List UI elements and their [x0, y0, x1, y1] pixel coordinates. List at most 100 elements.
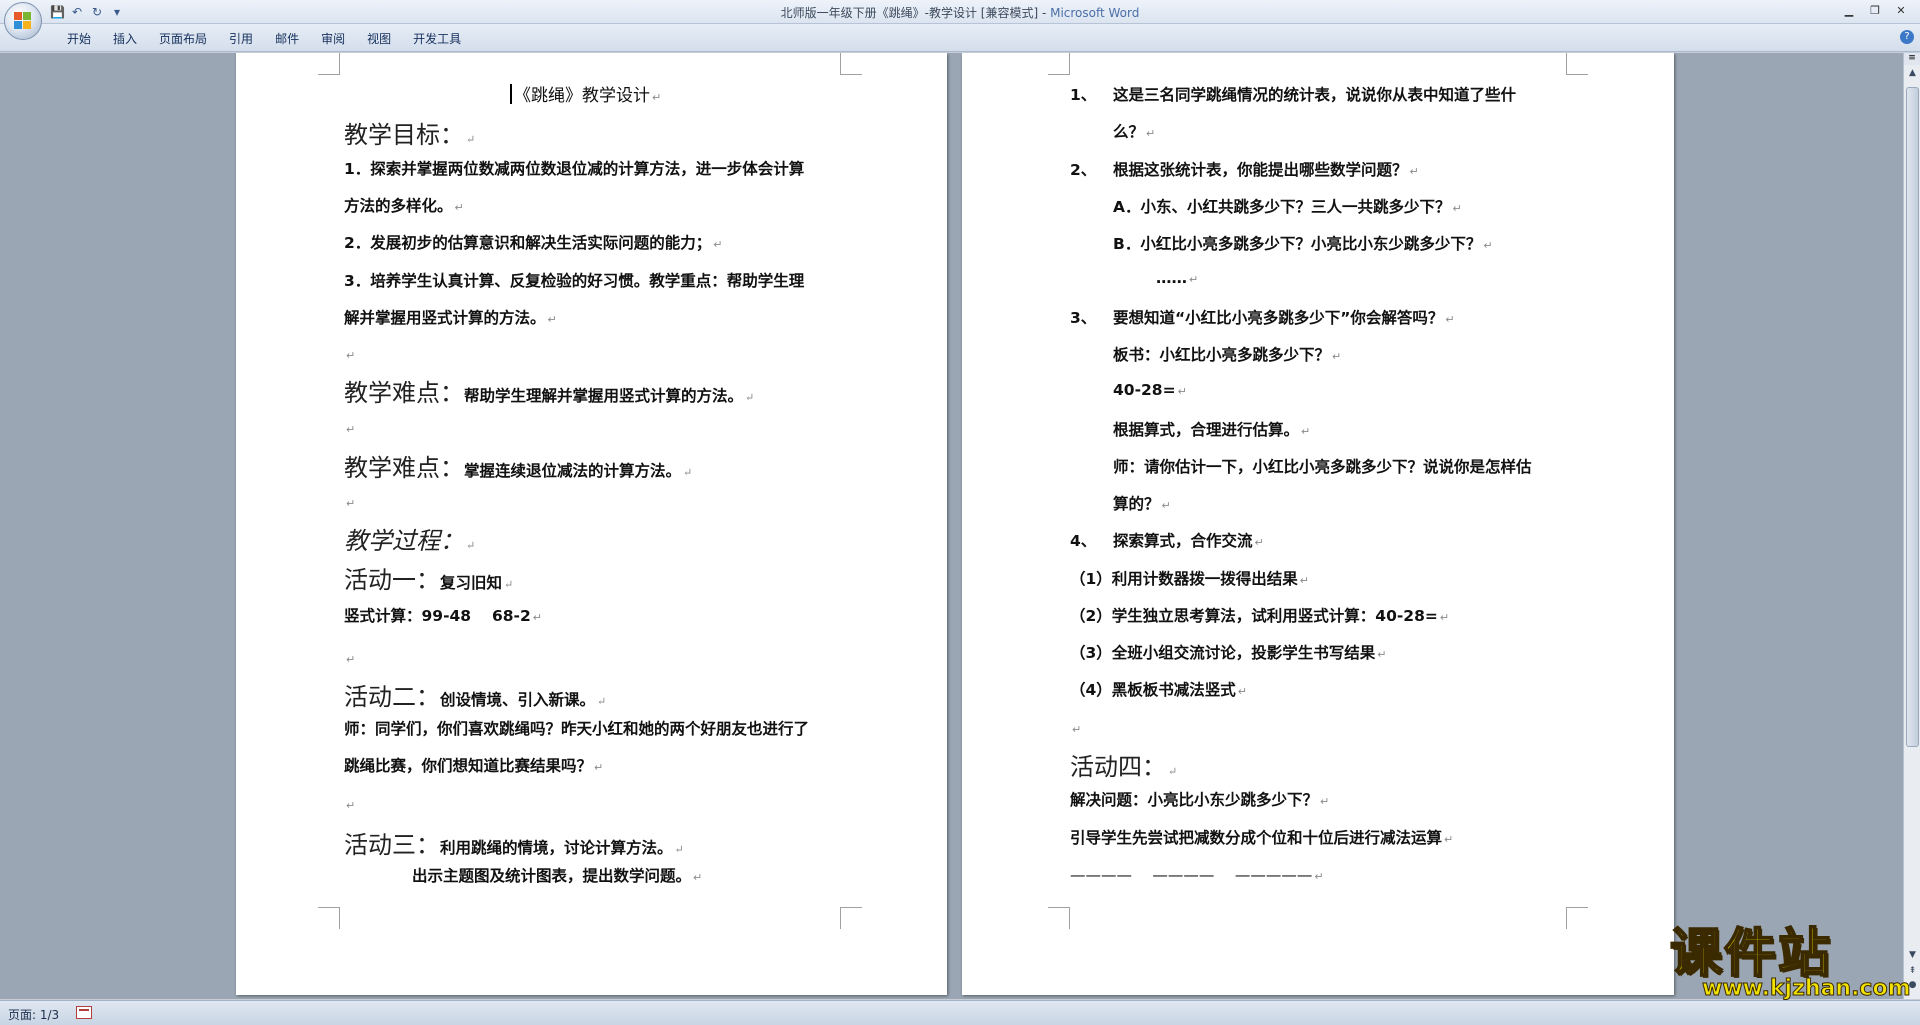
section-heading-difficulty: 教学难点：帮助学生理解并掌握用竖式计算的方法。 ↵: [344, 379, 755, 407]
tab-home[interactable]: 开始: [56, 30, 102, 48]
tab-developer[interactable]: 开发工具: [402, 30, 472, 48]
watermark: 课件站 www.kjzhan.com: [1668, 924, 1911, 1001]
paragraph-mark: ↵: [1439, 611, 1450, 624]
paragraph-mark: ↵: [683, 466, 693, 479]
list-item: （2）学生独立思考算法，试利用竖式计算：40-28= ↵: [1070, 607, 1450, 625]
paragraph-mark: ↵: [1332, 350, 1342, 363]
minimize-button[interactable]: ▁: [1836, 2, 1862, 20]
paragraph-mark: ↵: [1254, 536, 1264, 549]
paragraph: 1．探索并掌握两位数减两位数退位减的计算方法，进一步体会计算: [344, 160, 805, 178]
ribbon-tabs: 开始 插入 页面布局 引用 邮件 审阅 视图 开发工具: [56, 30, 472, 48]
text-cursor: [510, 84, 512, 104]
paragraph: 解决问题：小亮比小东少跳多少下？ ↵: [1070, 791, 1330, 809]
paragraph-mark: ↵: [1177, 385, 1187, 398]
crop-mark: [1566, 907, 1588, 929]
paragraph-mark: ↵: [693, 871, 703, 884]
tab-mailings[interactable]: 邮件: [264, 30, 310, 48]
document-heading: 《跳绳》教学设计 ↵: [510, 81, 661, 106]
vertical-scrollbar[interactable]: ▲ ▼ ⇞ ●: [1903, 53, 1920, 999]
document-page-2[interactable]: 1、 这是三名同学跳绳情况的统计表，说说你从表中知道了些什 么？ ↵ 2、 根据这张统…: [962, 53, 1674, 995]
tab-insert[interactable]: 插入: [102, 30, 148, 48]
paragraph: 40-28= ↵: [1113, 381, 1187, 399]
maximize-button[interactable]: ❐: [1862, 2, 1888, 20]
crop-mark: [840, 53, 862, 75]
document-area[interactable]: 《跳绳》教学设计 ↵ 教学目标： ↵ 1．探索并掌握两位数减两位数退位减的计算方法，…: [0, 53, 1903, 999]
numbered-item: 2、 根据这张统计表，你能提出哪些数学问题？ ↵: [1070, 161, 1419, 179]
empty-paragraph: ↵: [1072, 723, 1082, 736]
fill-in-blanks: ———— ———— ————— ↵: [1070, 866, 1324, 884]
empty-paragraph: ↵: [346, 349, 356, 362]
paragraph: 方法的多样化。 ↵: [344, 197, 464, 215]
paragraph-mark: ↵: [1483, 239, 1493, 252]
paragraph: …… ↵: [1156, 269, 1199, 287]
tab-view[interactable]: 视图: [356, 30, 402, 48]
app-name: Microsoft Word: [1050, 6, 1140, 20]
paragraph-mark: ↵: [1452, 202, 1462, 215]
numbered-item: 1、 这是三名同学跳绳情况的统计表，说说你从表中知道了些什: [1070, 86, 1517, 104]
paragraph: 解并掌握用竖式计算的方法。 ↵: [344, 309, 557, 327]
paragraph-mark: ↵: [466, 133, 476, 146]
scroll-down-icon[interactable]: ▼: [1906, 949, 1919, 962]
paragraph-mark: ↵: [745, 391, 755, 404]
paragraph: 2．发展初步的估算意识和解决生活实际问题的能力； ↵: [344, 234, 723, 252]
crop-mark: [1048, 907, 1070, 929]
paragraph-mark: ↵: [532, 611, 542, 624]
paragraph: 竖式计算：99-48 68-2 ↵: [344, 607, 542, 625]
paragraph-mark: ↵: [1444, 833, 1454, 846]
section-heading-goals: 教学目标： ↵: [344, 121, 476, 149]
paragraph-mark: ↵: [1301, 425, 1311, 438]
office-button[interactable]: [4, 2, 42, 40]
paragraph-mark: ↵: [1161, 499, 1171, 512]
section-heading-process: 教学过程： ↵: [344, 527, 476, 555]
watermark-url: www.kjzhan.com: [1702, 976, 1912, 1001]
paragraph-mark: ↵: [1299, 574, 1310, 587]
paragraph-mark: ↵: [454, 201, 464, 214]
page-indicator[interactable]: 页面: 1/3: [8, 1006, 59, 1023]
paragraph-mark: ↵: [1314, 870, 1324, 883]
paragraph: 师：请你估计一下，小红比小亮多跳多少下？说说你是怎样估: [1113, 458, 1532, 476]
tab-page-layout[interactable]: 页面布局: [148, 30, 218, 48]
numbered-item: 4、 探索算式，合作交流 ↵: [1070, 532, 1264, 550]
activity-heading: 活动三：利用跳绳的情境，讨论计算方法。 ↵: [344, 831, 684, 859]
list-item: B．小红比小亮多跳多少下？小亮比小东少跳多少下？ ↵: [1113, 235, 1493, 253]
title-bar: 💾 ↶ ↻ ▾ 北师版一年级下册《跳绳》-教学设计 [兼容模式] - Micro…: [0, 0, 1920, 24]
paragraph-mark: ↵: [652, 91, 662, 104]
paragraph-mark: ↵: [1377, 648, 1387, 661]
paragraph: 算的？ ↵: [1113, 495, 1171, 513]
empty-paragraph: ↵: [346, 423, 356, 436]
paragraph: 板书：小红比小亮多跳多少下？ ↵: [1113, 346, 1342, 364]
paragraph-mark: ↵: [547, 313, 557, 326]
paragraph-mark: ↵: [674, 843, 684, 856]
window-controls: ▁ ❐ ✕: [1836, 2, 1914, 20]
paragraph-mark: ↵: [504, 578, 514, 591]
tab-review[interactable]: 审阅: [310, 30, 356, 48]
tab-references[interactable]: 引用: [218, 30, 264, 48]
scroll-up-icon[interactable]: ▲: [1906, 67, 1919, 80]
empty-paragraph: ↵: [346, 497, 356, 510]
document-page-1[interactable]: 《跳绳》教学设计 ↵ 教学目标： ↵ 1．探索并掌握两位数减两位数退位减的计算方法，…: [236, 53, 947, 995]
paragraph-mark: ↵: [1445, 313, 1455, 326]
paragraph-mark: ↵: [597, 695, 607, 708]
crop-mark: [1048, 53, 1070, 75]
proofing-status-icon[interactable]: [76, 1006, 92, 1019]
help-icon[interactable]: ?: [1900, 30, 1914, 44]
list-item: A．小东、小红共跳多少下？三人一共跳多少下？ ↵: [1113, 198, 1462, 216]
paragraph-mark: ↵: [1168, 765, 1178, 778]
numbered-item: 3、 要想知道“小红比小亮多跳多少下”你会解答吗？ ↵: [1070, 309, 1455, 327]
activity-heading: 活动二：创设情境、引入新课。 ↵: [344, 683, 607, 711]
ruler-toggle-icon[interactable]: ≡: [1903, 53, 1920, 65]
ribbon: 开始 插入 页面布局 引用 邮件 审阅 视图 开发工具 ?: [0, 24, 1920, 52]
crop-mark: [318, 53, 340, 75]
paragraph: 么？ ↵: [1113, 123, 1156, 141]
close-button[interactable]: ✕: [1888, 2, 1914, 20]
paragraph-mark: ↵: [713, 238, 723, 251]
scrollbar-thumb[interactable]: [1906, 87, 1919, 747]
list-item: （4）黑板板书减法竖式 ↵: [1070, 681, 1248, 699]
paragraph-mark: ↵: [1146, 127, 1156, 140]
status-bar: 页面: 1/3: [0, 1000, 1920, 1025]
paragraph-mark: ↵: [466, 539, 476, 552]
crop-mark: [840, 907, 862, 929]
empty-paragraph: ↵: [346, 799, 356, 812]
activity-heading: 活动四： ↵: [1070, 753, 1178, 781]
paragraph-mark: ↵: [1320, 795, 1330, 808]
